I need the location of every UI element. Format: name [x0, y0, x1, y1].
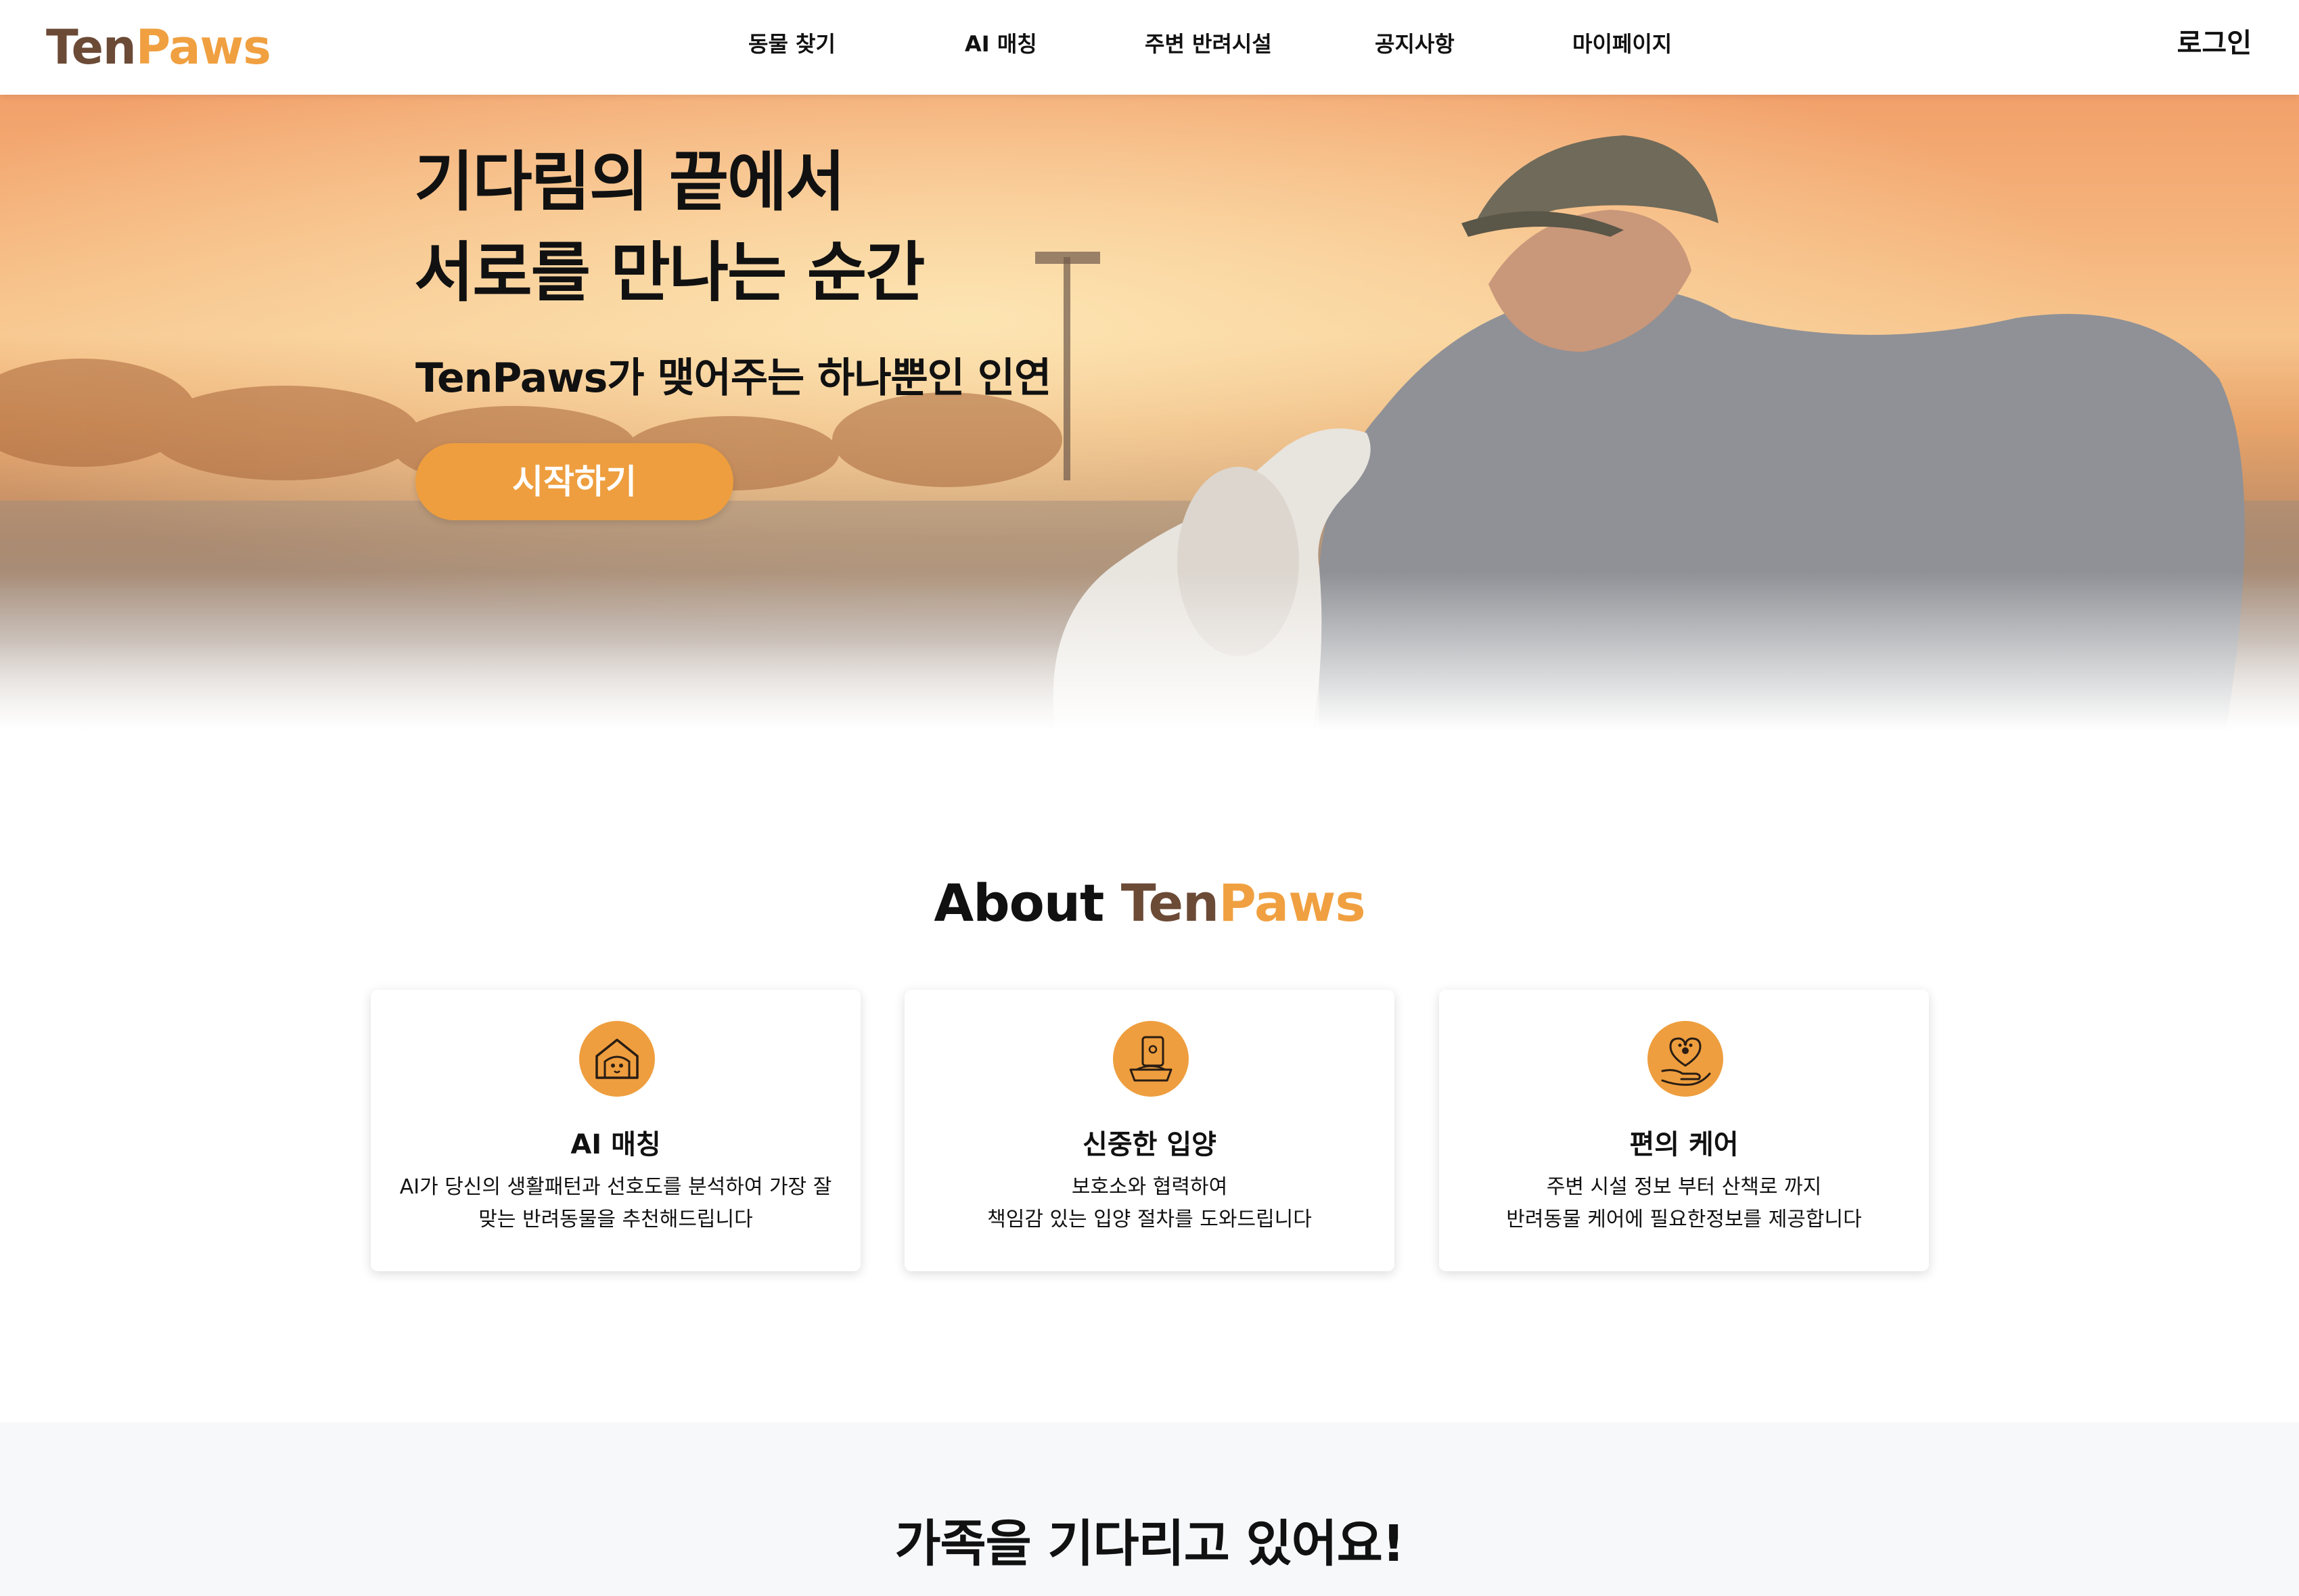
hero-title-line1: 기다림의 끝에서: [414, 144, 846, 220]
site-header: TenPaws 동물 찾기 AI 매칭 주변 반려시설 공지사항 마이페이지 로…: [0, 0, 2299, 95]
login-link[interactable]: 로그인: [2177, 23, 2252, 64]
about-title: About TenPaws: [0, 873, 2299, 933]
about-title-brand-paws: Paws: [1219, 873, 1365, 933]
card-description-line1: 보호소와 협력하여: [1071, 1175, 1228, 1199]
card-title: 신중한 입양: [1083, 1129, 1216, 1160]
logo-text-ten: Ten: [46, 20, 137, 75]
hero-photo: [0, 95, 2299, 731]
card-description-line2: 반려동물 케어에 필요한정보를 제공합니다: [1506, 1208, 1862, 1231]
hero-banner: 기다림의 끝에서 서로를 만나는 순간 TenPaws가 맺어주는 하나뿐인 인…: [0, 95, 2299, 731]
about-title-brand-ten: Ten: [1120, 873, 1219, 933]
card-title: AI 매칭: [570, 1129, 661, 1160]
card-description-line2: 책임감 있는 입양 절차를 도와드립니다: [987, 1208, 1312, 1231]
hero-title: 기다림의 끝에서 서로를 만나는 순간: [414, 137, 925, 318]
card-description-line1: 주변 시설 정보 부터 산책로 까지: [1546, 1175, 1822, 1199]
nav-item-nearby-facilities[interactable]: 주변 반려시설: [1145, 27, 1272, 61]
nav-item-notice[interactable]: 공지사항: [1375, 27, 1455, 61]
about-title-prefix: About: [934, 873, 1104, 933]
feature-card-careful-adoption: 신중한 입양 보호소와 협력하여 책임감 있는 입양 절차를 도와드립니다: [905, 990, 1394, 1271]
nav-item-mypage[interactable]: 마이페이지: [1572, 27, 1672, 61]
hero-subtitle: TenPaws가 맺어주는 하나뿐인 인연: [415, 355, 1051, 402]
card-description: 주변 시설 정보 부터 산책로 까지 반려동물 케어에 필요한정보를 제공합니다: [1466, 1171, 1902, 1236]
hero-title-line2: 서로를 만나는 순간: [414, 235, 925, 311]
start-button[interactable]: 시작하기: [415, 443, 733, 520]
nav-item-find-animal[interactable]: 동물 찾기: [748, 27, 836, 61]
family-waiting-section: 가족을 기다리고 있어요!: [0, 1422, 2299, 1596]
hand-heart-paw-icon: [1647, 1021, 1723, 1097]
pet-food-bowl-icon: [1113, 1021, 1189, 1097]
card-title: 편의 케어: [1629, 1129, 1739, 1160]
dog-house-heart-icon: [579, 1021, 655, 1097]
logo-text-paws: Paws: [135, 20, 271, 75]
family-section-title: 가족을 기다리고 있어요!: [894, 1515, 1405, 1573]
card-description: 보호소와 협력하여 책임감 있는 입양 절차를 도와드립니다: [932, 1171, 1367, 1236]
nav-item-ai-matching[interactable]: AI 매칭: [965, 27, 1037, 61]
logo[interactable]: TenPaws: [46, 15, 271, 80]
card-description: AI가 당신의 생활패턴과 선호도를 분석하여 가장 잘 맞는 반려동물을 추천…: [399, 1175, 832, 1231]
feature-card-convenient-care: 편의 케어 주변 시설 정보 부터 산책로 까지 반려동물 케어에 필요한정보를…: [1439, 990, 1929, 1271]
feature-card-ai-matching: AI 매칭 AI가 당신의 생활패턴과 선호도를 분석하여 가장 잘 맞는 반려…: [371, 990, 861, 1271]
